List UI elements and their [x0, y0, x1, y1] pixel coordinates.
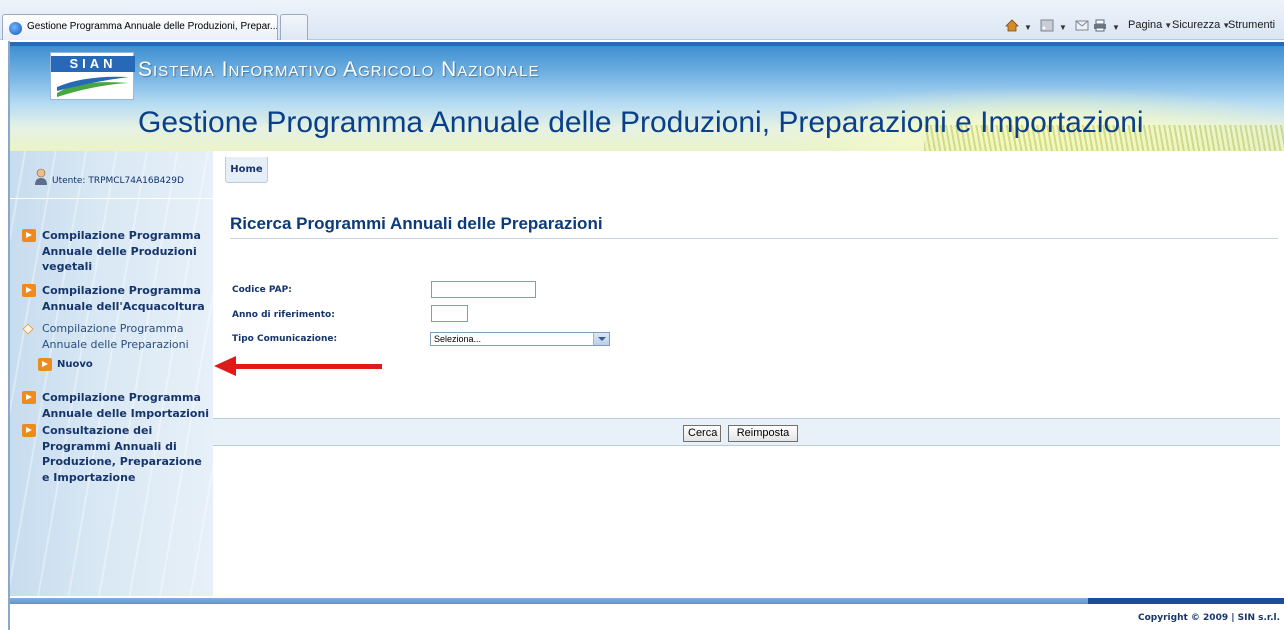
arrow-right-icon: [22, 424, 36, 437]
user-info: Utente: TRPMCL74A16B429D: [10, 151, 213, 199]
tipo-comunicazione-label: Tipo Comunicazione:: [232, 334, 338, 344]
arrow-right-icon: [38, 358, 52, 371]
codice-pap-input[interactable]: [431, 281, 536, 298]
logo-waves-icon: [57, 76, 129, 97]
sidebar: Utente: TRPMCL74A16B429D Compilazione Pr…: [10, 151, 213, 596]
browser-toolbar: Gestione Programma Annuale delle Produzi…: [0, 0, 1284, 40]
anno-input[interactable]: [431, 305, 468, 322]
header-banner: SIAN Sistema Informativo Agricolo Nazion…: [10, 46, 1284, 151]
menu-sicurezza[interactable]: Sicurezza ▼: [1172, 19, 1230, 35]
title-divider: [230, 238, 1278, 239]
sidebar-background: [10, 151, 213, 596]
user-icon: [35, 168, 47, 185]
mail-icon[interactable]: [1075, 19, 1092, 35]
system-name: Sistema Informativo Agricolo Nazionale: [138, 58, 540, 81]
feeds-icon[interactable]: ▼: [1040, 19, 1067, 35]
new-tab-button[interactable]: [280, 14, 308, 40]
app-title: Gestione Programma Annuale delle Produzi…: [138, 106, 1144, 139]
sian-logo-text: SIAN: [51, 56, 135, 72]
browser-tab-title: Gestione Programma Annuale delle Produzi…: [27, 21, 278, 32]
chevron-down-icon[interactable]: [593, 333, 609, 345]
copyright: Copyright © 2009 | SIN s.r.l.: [1138, 613, 1280, 623]
tipo-comunicazione-select[interactable]: Seleziona...: [430, 332, 610, 346]
menu-pagina[interactable]: Pagina ▼: [1128, 19, 1172, 35]
arrow-right-icon: [22, 229, 36, 242]
codice-pap-label: Codice PAP:: [232, 285, 292, 295]
home-icon[interactable]: ▼: [1005, 19, 1032, 35]
footer-bar-accent: [1088, 598, 1284, 604]
footer-bar: [10, 598, 1088, 604]
arrow-right-icon: [22, 391, 36, 404]
browser-tab[interactable]: Gestione Programma Annuale delle Produzi…: [2, 14, 278, 40]
print-icon[interactable]: ▼: [1093, 19, 1120, 35]
page: Gestione Programma Annuale delle Produzi…: [0, 0, 1284, 630]
menu-strumenti[interactable]: Strumenti: [1228, 19, 1275, 35]
page-title: Ricerca Programmi Annuali delle Preparaz…: [230, 214, 603, 233]
form-button-bar: Cerca Reimposta: [213, 418, 1280, 446]
sian-logo[interactable]: SIAN: [50, 52, 135, 100]
anno-label: Anno di riferimento:: [232, 310, 335, 320]
arrow-right-icon: [22, 284, 36, 297]
search-button[interactable]: Cerca: [683, 425, 721, 442]
select-value: Seleziona...: [434, 334, 482, 344]
tab-home[interactable]: Home: [225, 157, 268, 183]
ie-icon: [9, 22, 22, 35]
user-label: Utente: TRPMCL74A16B429D: [52, 176, 184, 186]
reset-button[interactable]: Reimposta: [728, 425, 798, 442]
red-arrow-shaft: [232, 364, 382, 369]
